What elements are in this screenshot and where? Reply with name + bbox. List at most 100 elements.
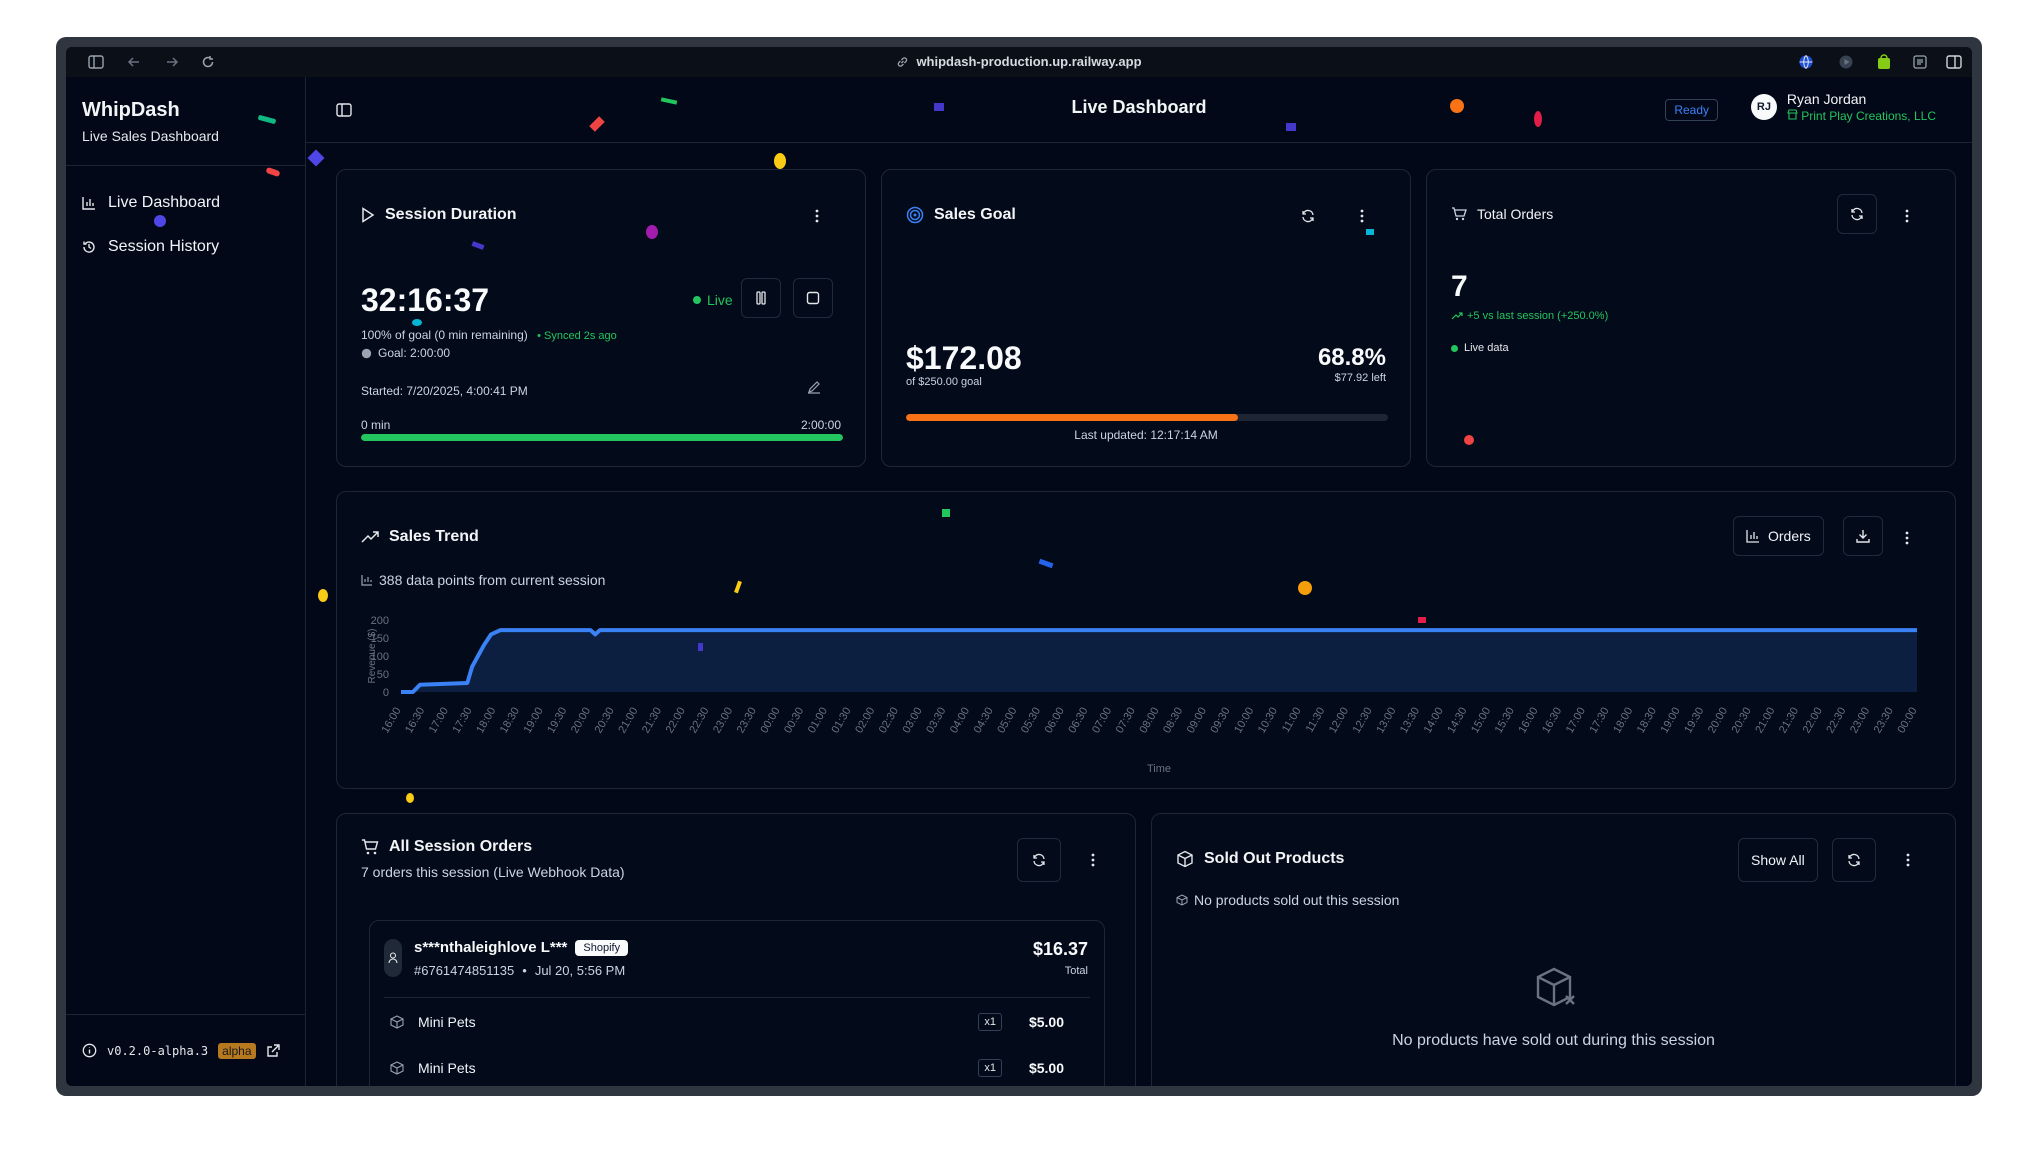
confetti-piece [1534, 111, 1542, 127]
x-tick-label: 22:30 [1824, 706, 1848, 736]
sidebar-nav: Live Dashboard Session History [82, 181, 220, 269]
more-options-icon[interactable] [809, 206, 825, 226]
order-customer-row: s***nthaleighlove L*** Shopify [414, 939, 629, 956]
goal-progress-text: 100% of goal (0 min remaining) • Synced … [361, 328, 617, 342]
edit-icon[interactable] [807, 380, 821, 399]
refresh-icon [1848, 853, 1860, 867]
brand-title: WhipDash [82, 99, 180, 121]
card-title: Total Orders [1451, 206, 1553, 222]
bar-chart-icon [1746, 530, 1759, 543]
refresh-button[interactable] [1832, 838, 1876, 882]
extension-shop-icon[interactable] [1876, 54, 1892, 70]
x-tick-label: 01:00 [806, 706, 830, 736]
sidebar-item-live-dashboard[interactable]: Live Dashboard [82, 181, 220, 225]
refresh-icon [1851, 207, 1863, 221]
user-menu[interactable]: RJ Ryan Jordan Print Play Creations, LLC [1750, 91, 1936, 123]
refresh-icon [1033, 853, 1045, 867]
x-tick-label: 22:00 [664, 706, 688, 736]
y-tick-label: 50 [377, 669, 389, 681]
last-updated-text: Last updated: 12:17:14 AM [1074, 428, 1218, 442]
x-tick-label: 12:00 [1327, 706, 1351, 736]
back-arrow-icon[interactable] [126, 54, 142, 70]
split-view-icon[interactable] [1946, 54, 1962, 70]
pause-icon [756, 291, 766, 305]
stop-icon [806, 291, 820, 305]
goal-text: Goal: 2:00:00 [361, 346, 450, 360]
bar-chart-icon [82, 197, 95, 210]
more-options-icon[interactable] [1354, 206, 1370, 226]
address-bar[interactable]: whipdash-production.up.railway.app [896, 54, 1142, 69]
browser-window: whipdash-production.up.railway.app WhipD… [56, 37, 1982, 1096]
confetti-piece [774, 153, 786, 169]
more-options-icon[interactable] [1899, 206, 1915, 226]
x-tick-label: 18:30 [1635, 706, 1659, 736]
x-tick-label: 07:30 [1114, 706, 1138, 736]
target-icon [906, 206, 924, 224]
refresh-button[interactable] [1837, 194, 1877, 234]
history-icon [83, 241, 95, 253]
refresh-button[interactable] [1017, 838, 1061, 882]
play-icon [362, 207, 375, 223]
confetti-piece [406, 793, 414, 803]
sidebar-toggle-icon[interactable] [88, 54, 104, 70]
reader-mode-icon[interactable] [1912, 54, 1928, 70]
extension-play-icon[interactable] [1838, 54, 1854, 70]
card-title: Sales Trend [361, 528, 479, 546]
more-options-icon[interactable] [1900, 850, 1916, 870]
x-tick-label: 06:30 [1066, 706, 1090, 736]
show-all-button[interactable]: Show All [1738, 838, 1818, 882]
x-tick-label: 05:00 [995, 706, 1019, 736]
started-text: Started: 7/20/2025, 4:00:41 PM [361, 384, 528, 398]
confetti-piece [1366, 229, 1374, 235]
forward-arrow-icon[interactable] [164, 54, 180, 70]
order-number: #6761474851135 [414, 963, 515, 978]
sidebar-divider [66, 165, 305, 166]
x-tick-label: 16:00 [1516, 706, 1540, 736]
more-options-icon[interactable] [1899, 528, 1915, 548]
extension-globe-icon[interactable] [1798, 54, 1814, 70]
external-link-icon[interactable] [266, 1043, 280, 1058]
package-icon [390, 1061, 404, 1075]
download-button[interactable] [1843, 516, 1883, 556]
x-tick-label: 12:30 [1351, 706, 1375, 736]
page-title: Live Dashboard [1071, 97, 1207, 117]
synced-text: • Synced 2s ago [537, 330, 617, 342]
version-text: v0.2.0-alpha.3 [107, 1043, 209, 1058]
info-icon [82, 1043, 97, 1058]
sold-out-subtitle: No products sold out this session [1176, 892, 1399, 908]
user-icon [384, 939, 402, 977]
x-tick-label: 14:00 [1422, 706, 1446, 736]
order-item-card[interactable]: s***nthaleighlove L*** Shopify #67614748… [369, 920, 1105, 1086]
order-total: $16.37 [1032, 939, 1088, 959]
reload-icon[interactable] [200, 54, 216, 70]
x-tick-label: 01:30 [830, 706, 854, 736]
session-duration-card: Session Duration 32:16:37 Live 100% of g… [336, 169, 866, 467]
package-icon [1177, 850, 1193, 868]
live-data-indicator: Live data [1451, 342, 1509, 354]
store-icon [1787, 109, 1798, 120]
x-tick-label: 20:00 [1706, 706, 1730, 736]
line-price: $5.00 [1028, 1014, 1064, 1030]
stop-button[interactable] [793, 278, 833, 318]
x-tick-label: 17:00 [1564, 706, 1588, 736]
orders-toggle-button[interactable]: Orders [1733, 516, 1824, 556]
card-title: Sold Out Products [1176, 850, 1344, 868]
x-tick-label: 22:00 [1801, 706, 1825, 736]
sidebar-item-session-history[interactable]: Session History [82, 225, 220, 269]
x-tick-label: 07:00 [1090, 706, 1114, 736]
order-divider [384, 997, 1090, 998]
pause-button[interactable] [741, 278, 781, 318]
x-tick-label: 10:30 [1256, 706, 1280, 736]
x-tick-label: 04:30 [972, 706, 996, 736]
x-tick-label: 21:30 [1777, 706, 1801, 736]
cart-icon [1452, 207, 1467, 221]
revenue-area [401, 630, 1917, 692]
page-header: Live Dashboard Ready RJ Ryan Jordan Prin… [306, 77, 1972, 143]
more-options-icon[interactable] [1085, 850, 1101, 870]
panel-toggle-icon[interactable] [336, 103, 352, 117]
x-tick-label: 19:30 [1682, 706, 1706, 736]
x-tick-label: 21:00 [1753, 706, 1777, 736]
x-tick-label: 03:30 [924, 706, 948, 736]
refresh-icon[interactable] [1300, 206, 1316, 226]
all-session-orders-card: All Session Orders 7 orders this session… [336, 813, 1136, 1086]
